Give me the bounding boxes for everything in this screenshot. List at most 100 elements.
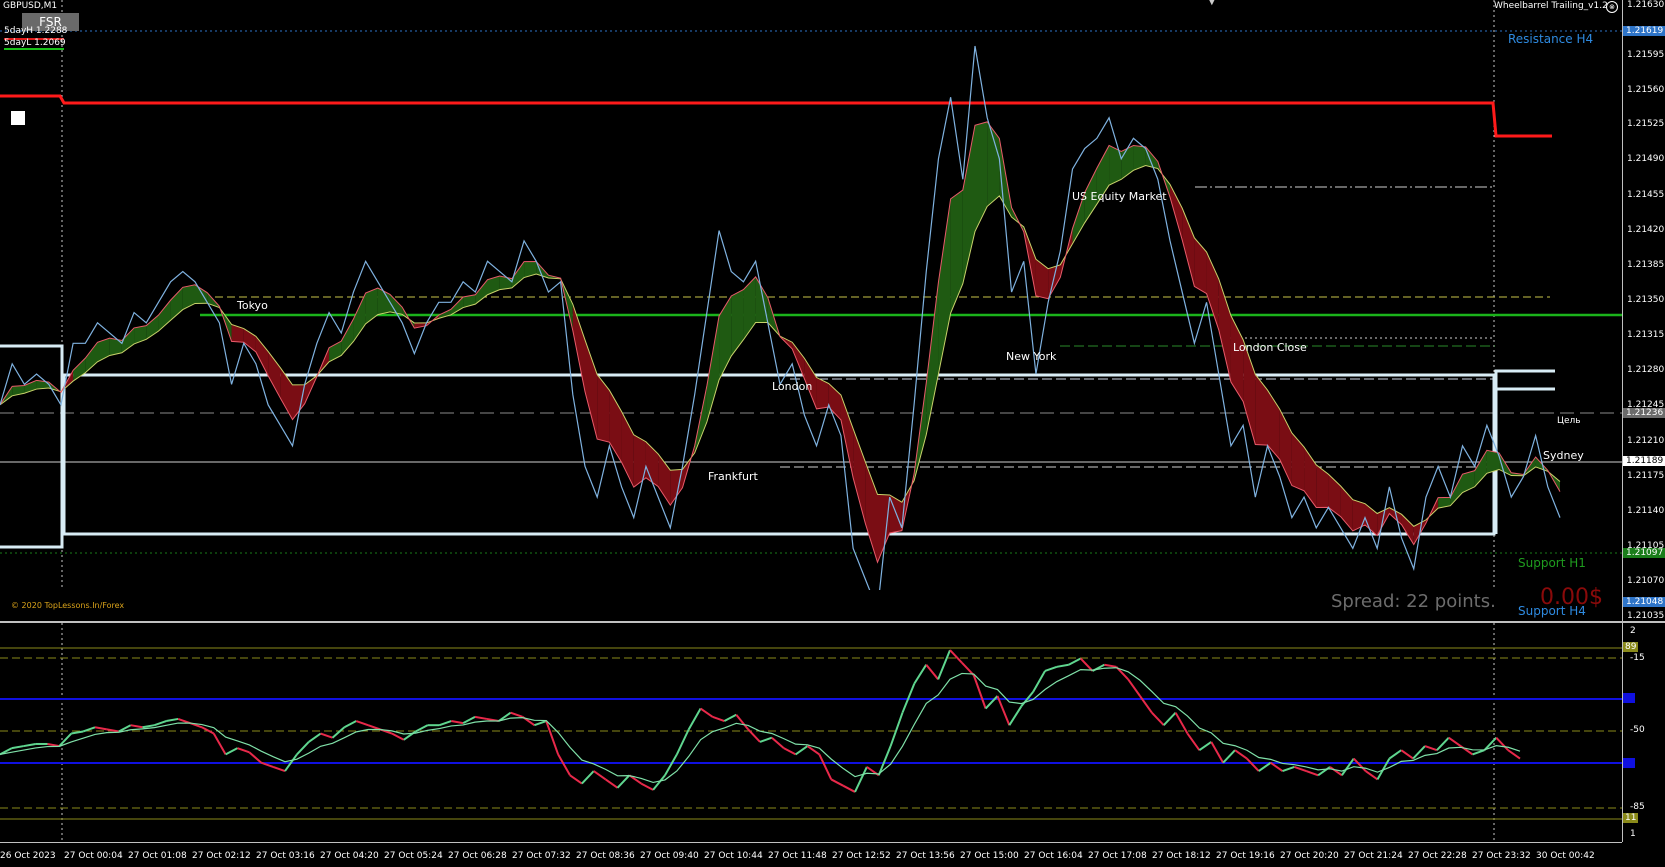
osc-segment (795, 745, 809, 756)
osc-segment (1234, 749, 1248, 760)
bull-ribbon-segment (987, 121, 1000, 207)
price-tick: 1.21280 (1627, 365, 1665, 375)
osc-segment (166, 717, 179, 723)
osc-segment (23, 742, 36, 748)
osc-segment (605, 778, 619, 789)
bull-ribbon-segment (962, 125, 975, 284)
osc-segment (616, 774, 631, 789)
bull-ribbon-segment (926, 282, 939, 435)
bull-ribbon-segment (950, 190, 963, 314)
price-tick: 1.21315 (1627, 330, 1665, 340)
osc-segment (700, 707, 714, 718)
osc-blue-marker-upper (1623, 693, 1635, 703)
bear-ribbon-segment (1401, 514, 1414, 545)
osc-segment (237, 747, 250, 754)
price-tick: 1.21350 (1627, 295, 1665, 305)
osc-segment (984, 695, 999, 710)
osc-signal-line (0, 667, 1521, 784)
osc-segment (11, 745, 24, 750)
osc-segment (1079, 657, 1094, 672)
axis-border (1622, 0, 1623, 842)
price-marker-support: 1.21097 (1623, 548, 1665, 558)
profit-text: 0.00$ (1540, 585, 1603, 610)
osc-segment (1495, 737, 1509, 751)
day-low-bar (4, 48, 64, 50)
bear-ribbon-segment (1194, 237, 1207, 294)
bull-ribbon-segment (158, 300, 171, 332)
price-tick: 1.21385 (1627, 260, 1665, 270)
price-marker-bottom: 1.21048 (1623, 597, 1665, 607)
copyright-text: © 2020 TopLessons.In/Forex (11, 601, 125, 610)
osc-segment (854, 766, 868, 793)
osc-tick: 1 (1630, 829, 1636, 839)
oscillator-chart[interactable] (0, 623, 1622, 842)
osc-tick: -85 (1630, 802, 1645, 812)
time-tick: 27 Oct 23:32 (1472, 851, 1531, 861)
osc-segment (1294, 765, 1307, 773)
target-label: Цель (1557, 416, 1581, 426)
osc-segment (1246, 757, 1260, 772)
time-tick: 27 Oct 17:08 (1088, 851, 1147, 861)
osc-segment (1400, 749, 1414, 760)
price-tick: 1.21630 (1627, 0, 1665, 10)
osc-segment (1222, 749, 1236, 764)
bear-ribbon-segment (1255, 374, 1268, 446)
osc-segment (687, 708, 702, 730)
bear-ribbon-segment (1218, 278, 1231, 383)
price-tick: 1.21420 (1627, 225, 1665, 235)
panel-toggle[interactable] (11, 111, 25, 125)
price-tick: 1.21455 (1627, 190, 1665, 200)
osc-segment (367, 724, 381, 731)
price-tick: 1.21595 (1627, 50, 1665, 60)
osc-segment (1365, 770, 1379, 781)
osc-segment (201, 726, 215, 735)
bull-ribbon-segment (706, 315, 720, 423)
osc-segment (1186, 732, 1201, 751)
osc-segment (47, 742, 60, 748)
session-us-equity: US Equity Market (1072, 190, 1167, 203)
osc-segment (1305, 770, 1319, 777)
osc-segment (1388, 749, 1402, 760)
osc-segment (842, 784, 856, 793)
osc-marker-upper: 89 (1623, 642, 1639, 652)
osc-segment (1127, 678, 1141, 697)
osc-segment (1151, 711, 1165, 726)
osc-segment (675, 728, 690, 755)
osc-segment (1353, 757, 1367, 772)
price-ribbon (0, 121, 1560, 563)
osc-segment (913, 664, 928, 685)
session-new-york: New York (1006, 350, 1057, 363)
price-chart[interactable] (0, 0, 1622, 590)
osc-tick: 2 (1630, 626, 1636, 636)
bull-ribbon-segment (353, 293, 366, 342)
bear-ribbon-segment (1316, 464, 1329, 508)
bull-ribbon-segment (365, 287, 378, 324)
price-axis[interactable]: 1.21630 1.21595 1.21560 1.21525 1.21490 … (1622, 0, 1665, 867)
session-frankfurt: Frankfurt (708, 470, 758, 483)
time-tick: 27 Oct 18:12 (1152, 851, 1211, 861)
time-tick: 27 Oct 00:04 (64, 851, 123, 861)
osc-segment (889, 712, 904, 747)
price-tick: 1.21175 (1627, 471, 1665, 481)
axis-pane-separator (1622, 621, 1665, 623)
bear-ribbon-segment (1206, 252, 1219, 330)
chart-scroll-marker-icon: ▼ (1208, 0, 1216, 7)
time-tick: 27 Oct 02:12 (192, 851, 251, 861)
osc-segment (581, 770, 595, 785)
osc-segment (1210, 741, 1224, 764)
time-tick: 27 Oct 08:36 (576, 851, 635, 861)
bull-ribbon-segment (73, 358, 86, 382)
price-tick: 1.21490 (1627, 154, 1665, 164)
indicator-settings-icon[interactable]: ⊗ (1606, 1, 1618, 13)
time-tick: 27 Oct 16:04 (1024, 851, 1083, 861)
bear-ribbon-segment (1243, 339, 1256, 445)
osc-segment (451, 720, 464, 725)
price-tick: 1.21035 (1627, 611, 1665, 621)
bull-ribbon-segment (524, 261, 537, 278)
osc-segment (783, 747, 797, 756)
time-tick: 27 Oct 09:40 (640, 851, 699, 861)
osc-segment (1056, 663, 1069, 668)
bear-ribbon-segment (840, 394, 854, 478)
price-series (0, 45, 1561, 590)
time-axis[interactable]: 26 Oct 2023 27 Oct 00:04 27 Oct 01:08 27 Oc… (0, 842, 1622, 867)
